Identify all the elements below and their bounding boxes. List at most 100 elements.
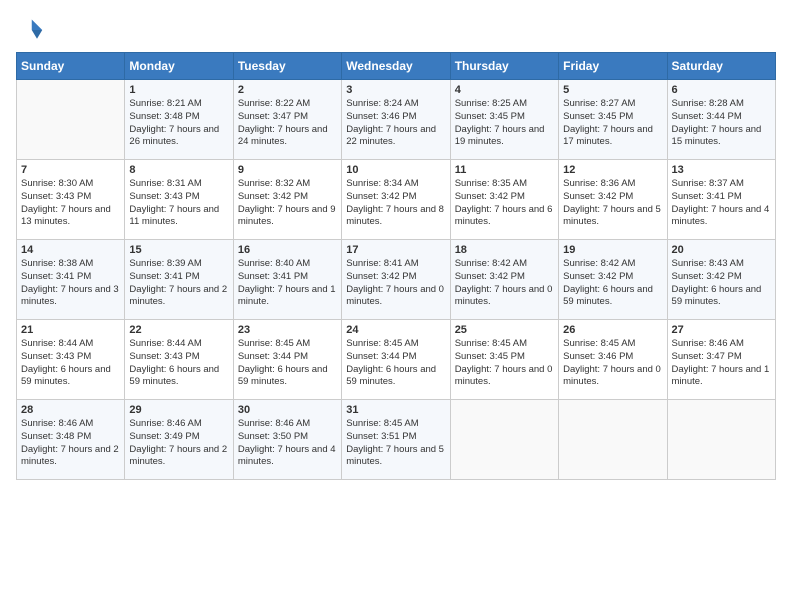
calendar-cell: 15 Sunrise: 8:39 AMSunset: 3:41 PMDayligh… xyxy=(125,240,233,320)
day-info: Sunrise: 8:35 AMSunset: 3:42 PMDaylight:… xyxy=(455,178,554,229)
weekday-header-wednesday: Wednesday xyxy=(342,53,450,80)
calendar-cell: 14 Sunrise: 8:38 AMSunset: 3:41 PMDayligh… xyxy=(17,240,125,320)
day-info: Sunrise: 8:41 AMSunset: 3:42 PMDaylight:… xyxy=(346,258,445,309)
calendar-cell: 6 Sunrise: 8:28 AMSunset: 3:44 PMDaylight… xyxy=(667,80,775,160)
calendar-cell: 9 Sunrise: 8:32 AMSunset: 3:42 PMDaylight… xyxy=(233,160,341,240)
calendar-cell: 25 Sunrise: 8:45 AMSunset: 3:45 PMDayligh… xyxy=(450,320,558,400)
weekday-header-saturday: Saturday xyxy=(667,53,775,80)
day-info: Sunrise: 8:46 AMSunset: 3:49 PMDaylight:… xyxy=(129,418,228,469)
day-info: Sunrise: 8:46 AMSunset: 3:48 PMDaylight:… xyxy=(21,418,120,469)
calendar-cell: 7 Sunrise: 8:30 AMSunset: 3:43 PMDaylight… xyxy=(17,160,125,240)
day-number: 1 xyxy=(129,84,228,96)
day-number: 16 xyxy=(238,244,337,256)
calendar-cell xyxy=(450,400,558,480)
day-number: 23 xyxy=(238,324,337,336)
day-number: 31 xyxy=(346,404,445,416)
day-info: Sunrise: 8:28 AMSunset: 3:44 PMDaylight:… xyxy=(672,98,771,149)
calendar-cell xyxy=(559,400,667,480)
day-info: Sunrise: 8:45 AMSunset: 3:44 PMDaylight:… xyxy=(238,338,337,389)
day-info: Sunrise: 8:46 AMSunset: 3:47 PMDaylight:… xyxy=(672,338,771,389)
calendar-cell: 21Sunrise: 8:44 AMSunset: 3:43 PMDayligh… xyxy=(17,320,125,400)
day-info: Sunrise: 8:42 AMSunset: 3:42 PMDaylight:… xyxy=(563,258,662,309)
calendar-cell: 4 Sunrise: 8:25 AMSunset: 3:45 PMDaylight… xyxy=(450,80,558,160)
weekday-header-monday: Monday xyxy=(125,53,233,80)
header xyxy=(16,16,776,44)
calendar-cell: 22 Sunrise: 8:44 AMSunset: 3:43 PMDayligh… xyxy=(125,320,233,400)
calendar-cell: 20Sunrise: 8:43 AMSunset: 3:42 PMDayligh… xyxy=(667,240,775,320)
day-info: Sunrise: 8:39 AMSunset: 3:41 PMDaylight:… xyxy=(129,258,228,309)
calendar-cell: 26 Sunrise: 8:45 AMSunset: 3:46 PMDayligh… xyxy=(559,320,667,400)
day-info: Sunrise: 8:46 AMSunset: 3:50 PMDaylight:… xyxy=(238,418,337,469)
day-info: Sunrise: 8:27 AMSunset: 3:45 PMDaylight:… xyxy=(563,98,662,149)
calendar-cell: 11Sunrise: 8:35 AMSunset: 3:42 PMDayligh… xyxy=(450,160,558,240)
day-number: 28 xyxy=(21,404,120,416)
day-number: 6 xyxy=(672,84,771,96)
day-info: Sunrise: 8:36 AMSunset: 3:42 PMDaylight:… xyxy=(563,178,662,229)
calendar-cell: 1 Sunrise: 8:21 AMSunset: 3:48 PMDaylight… xyxy=(125,80,233,160)
calendar-cell: 19Sunrise: 8:42 AMSunset: 3:42 PMDayligh… xyxy=(559,240,667,320)
day-info: Sunrise: 8:45 AMSunset: 3:45 PMDaylight:… xyxy=(455,338,554,389)
day-info: Sunrise: 8:34 AMSunset: 3:42 PMDaylight:… xyxy=(346,178,445,229)
calendar-cell: 13 Sunrise: 8:37 AMSunset: 3:41 PMDayligh… xyxy=(667,160,775,240)
day-number: 14 xyxy=(21,244,120,256)
day-info: Sunrise: 8:22 AMSunset: 3:47 PMDaylight:… xyxy=(238,98,337,149)
day-number: 9 xyxy=(238,164,337,176)
logo xyxy=(16,16,48,44)
calendar-cell: 17 Sunrise: 8:41 AMSunset: 3:42 PMDayligh… xyxy=(342,240,450,320)
day-number: 27 xyxy=(672,324,771,336)
calendar-cell xyxy=(667,400,775,480)
calendar-cell: 29 Sunrise: 8:46 AMSunset: 3:49 PMDayligh… xyxy=(125,400,233,480)
logo-icon xyxy=(16,16,44,44)
day-number: 22 xyxy=(129,324,228,336)
day-number: 8 xyxy=(129,164,228,176)
day-info: Sunrise: 8:31 AMSunset: 3:43 PMDaylight:… xyxy=(129,178,228,229)
day-number: 26 xyxy=(563,324,662,336)
day-info: Sunrise: 8:32 AMSunset: 3:42 PMDaylight:… xyxy=(238,178,337,229)
calendar-cell: 10Sunrise: 8:34 AMSunset: 3:42 PMDayligh… xyxy=(342,160,450,240)
day-info: Sunrise: 8:25 AMSunset: 3:45 PMDaylight:… xyxy=(455,98,554,149)
day-info: Sunrise: 8:21 AMSunset: 3:48 PMDaylight:… xyxy=(129,98,228,149)
day-number: 21 xyxy=(21,324,120,336)
day-number: 30 xyxy=(238,404,337,416)
day-info: Sunrise: 8:24 AMSunset: 3:46 PMDaylight:… xyxy=(346,98,445,149)
day-number: 24 xyxy=(346,324,445,336)
week-row-1: 1 Sunrise: 8:21 AMSunset: 3:48 PMDaylight… xyxy=(17,80,776,160)
calendar-cell: 3 Sunrise: 8:24 AMSunset: 3:46 PMDaylight… xyxy=(342,80,450,160)
calendar-cell: 2 Sunrise: 8:22 AMSunset: 3:47 PMDaylight… xyxy=(233,80,341,160)
weekday-header-tuesday: Tuesday xyxy=(233,53,341,80)
day-number: 12 xyxy=(563,164,662,176)
day-number: 5 xyxy=(563,84,662,96)
calendar-cell: 18Sunrise: 8:42 AMSunset: 3:42 PMDayligh… xyxy=(450,240,558,320)
calendar-cell: 30 Sunrise: 8:46 AMSunset: 3:50 PMDayligh… xyxy=(233,400,341,480)
day-info: Sunrise: 8:30 AMSunset: 3:43 PMDaylight:… xyxy=(21,178,120,229)
weekday-header-friday: Friday xyxy=(559,53,667,80)
day-info: Sunrise: 8:40 AMSunset: 3:41 PMDaylight:… xyxy=(238,258,337,309)
day-number: 2 xyxy=(238,84,337,96)
calendar-cell: 23 Sunrise: 8:45 AMSunset: 3:44 PMDayligh… xyxy=(233,320,341,400)
calendar-cell: 16 Sunrise: 8:40 AMSunset: 3:41 PMDayligh… xyxy=(233,240,341,320)
day-number: 3 xyxy=(346,84,445,96)
day-info: Sunrise: 8:42 AMSunset: 3:42 PMDaylight:… xyxy=(455,258,554,309)
week-row-5: 28 Sunrise: 8:46 AMSunset: 3:48 PMDayligh… xyxy=(17,400,776,480)
day-info: Sunrise: 8:37 AMSunset: 3:41 PMDaylight:… xyxy=(672,178,771,229)
day-number: 7 xyxy=(21,164,120,176)
day-info: Sunrise: 8:45 AMSunset: 3:46 PMDaylight:… xyxy=(563,338,662,389)
calendar-cell: 27 Sunrise: 8:46 AMSunset: 3:47 PMDayligh… xyxy=(667,320,775,400)
day-number: 15 xyxy=(129,244,228,256)
day-number: 13 xyxy=(672,164,771,176)
day-number: 29 xyxy=(129,404,228,416)
week-row-2: 7 Sunrise: 8:30 AMSunset: 3:43 PMDaylight… xyxy=(17,160,776,240)
day-number: 4 xyxy=(455,84,554,96)
week-row-3: 14 Sunrise: 8:38 AMSunset: 3:41 PMDayligh… xyxy=(17,240,776,320)
calendar-cell: 28 Sunrise: 8:46 AMSunset: 3:48 PMDayligh… xyxy=(17,400,125,480)
day-info: Sunrise: 8:45 AMSunset: 3:51 PMDaylight:… xyxy=(346,418,445,469)
day-info: Sunrise: 8:38 AMSunset: 3:41 PMDaylight:… xyxy=(21,258,120,309)
weekday-header-row: SundayMondayTuesdayWednesdayThursdayFrid… xyxy=(17,53,776,80)
day-number: 20 xyxy=(672,244,771,256)
day-number: 17 xyxy=(346,244,445,256)
calendar-cell xyxy=(17,80,125,160)
calendar-cell: 12 Sunrise: 8:36 AMSunset: 3:42 PMDayligh… xyxy=(559,160,667,240)
day-number: 25 xyxy=(455,324,554,336)
calendar-cell: 31 Sunrise: 8:45 AMSunset: 3:51 PMDayligh… xyxy=(342,400,450,480)
day-info: Sunrise: 8:44 AMSunset: 3:43 PMDaylight:… xyxy=(129,338,228,389)
